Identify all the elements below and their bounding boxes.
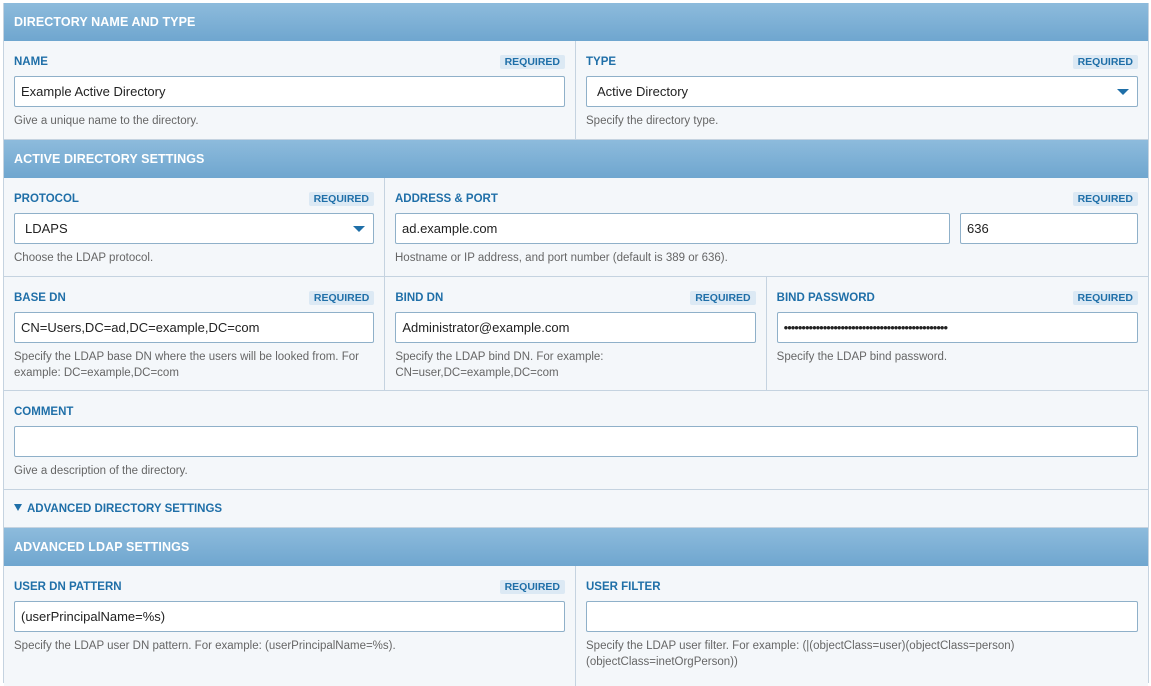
protocol-select-value: LDAPS (25, 221, 68, 236)
required-badge: REQUIRED (308, 291, 375, 305)
section-header-directory: DIRECTORY NAME AND TYPE (4, 3, 1148, 41)
user-filter-input[interactable] (586, 601, 1138, 632)
section-header-ad-settings: ACTIVE DIRECTORY SETTINGS (4, 140, 1148, 178)
type-help: Specify the directory type. (586, 115, 719, 127)
base-dn-label: BASE DN (14, 292, 66, 304)
protocol-label: PROTOCOL (14, 193, 79, 205)
field-name: NAME REQUIRED Example Active Directory G… (4, 41, 575, 139)
section-header-ldap-settings: ADVANCED LDAP SETTINGS (4, 528, 1148, 566)
address-help: Hostname or IP address, and port number … (395, 252, 728, 264)
required-badge: REQUIRED (1072, 192, 1138, 206)
field-bind-dn: BIND DN REQUIRED Administrator@example.c… (384, 277, 765, 390)
row-name-type: NAME REQUIRED Example Active Directory G… (4, 41, 1148, 140)
field-type: TYPE REQUIRED Active Directory Specify t… (575, 41, 1148, 139)
comment-label: COMMENT (14, 406, 74, 418)
bind-dn-label: BIND DN (395, 292, 444, 304)
row-protocol-address: PROTOCOL REQUIRED LDAPS Choose the LDAP … (4, 178, 1148, 277)
user-filter-label: USER FILTER (586, 581, 661, 593)
advanced-directory-settings-toggle[interactable]: ADVANCED DIRECTORY SETTINGS (4, 490, 1148, 528)
required-badge: REQUIRED (308, 192, 374, 206)
field-base-dn: BASE DN REQUIRED CN=Users,DC=ad,DC=examp… (4, 277, 384, 390)
bind-password-label: BIND PASSWORD (776, 292, 875, 304)
required-badge: REQUIRED (499, 55, 565, 69)
field-protocol: PROTOCOL REQUIRED LDAPS Choose the LDAP … (4, 178, 384, 276)
required-badge: REQUIRED (499, 580, 565, 594)
address-input[interactable]: ad.example.com (395, 213, 950, 244)
name-input[interactable]: Example Active Directory (14, 76, 565, 107)
base-dn-help: Specify the LDAP base DN where the users… (14, 351, 359, 379)
advanced-toggle-label: ADVANCED DIRECTORY SETTINGS (27, 503, 223, 515)
field-bind-password: BIND PASSWORD REQUIRED •••••••••••••••••… (765, 277, 1148, 390)
required-badge: REQUIRED (690, 291, 756, 305)
directory-form: DIRECTORY NAME AND TYPE NAME REQUIRED Ex… (3, 3, 1149, 686)
type-select[interactable]: Active Directory (586, 76, 1138, 107)
row-comment: COMMENT Give a description of the direct… (4, 391, 1148, 490)
comment-help: Give a description of the directory. (14, 465, 188, 477)
bind-password-help: Specify the LDAP bind password. (776, 351, 948, 363)
user-dn-pattern-help: Specify the LDAP user DN pattern. For ex… (14, 640, 396, 652)
chevron-down-icon (353, 226, 365, 232)
triangle-down-icon (14, 504, 22, 512)
comment-input[interactable] (14, 426, 1138, 457)
type-select-value: Active Directory (597, 84, 689, 99)
field-address-port: ADDRESS & PORT REQUIRED ad.example.com 6… (384, 178, 1148, 276)
bind-dn-help: Specify the LDAP bind DN. For example: C… (395, 351, 604, 379)
protocol-help: Choose the LDAP protocol. (14, 252, 154, 264)
name-label: NAME (14, 56, 48, 68)
protocol-select[interactable]: LDAPS (14, 213, 374, 244)
user-dn-pattern-input[interactable]: (userPrincipalName=%s) (14, 601, 565, 632)
field-user-filter: USER FILTER Specify the LDAP user filter… (575, 566, 1148, 686)
bind-dn-input[interactable]: Administrator@example.com (395, 312, 756, 343)
required-badge: REQUIRED (1072, 55, 1138, 69)
type-label: TYPE (586, 56, 617, 68)
chevron-down-icon (1117, 89, 1129, 95)
user-dn-pattern-label: USER DN PATTERN (14, 581, 122, 593)
base-dn-input[interactable]: CN=Users,DC=ad,DC=example,DC=com (14, 312, 375, 343)
user-filter-help: Specify the LDAP user filter. For exampl… (586, 640, 1015, 668)
field-user-dn-pattern: USER DN PATTERN REQUIRED (userPrincipalN… (4, 566, 575, 686)
field-comment: COMMENT Give a description of the direct… (4, 391, 1148, 489)
row-dn-pattern-filter: USER DN PATTERN REQUIRED (userPrincipalN… (4, 566, 1148, 686)
bind-password-input[interactable]: ••••••••••••••••••••••••••••••••••••••••… (776, 312, 1138, 343)
name-help: Give a unique name to the directory. (14, 115, 199, 127)
address-label: ADDRESS & PORT (395, 193, 498, 205)
row-dn-password: BASE DN REQUIRED CN=Users,DC=ad,DC=examp… (4, 277, 1148, 391)
required-badge: REQUIRED (1072, 291, 1138, 305)
port-input[interactable]: 636 (960, 213, 1138, 244)
